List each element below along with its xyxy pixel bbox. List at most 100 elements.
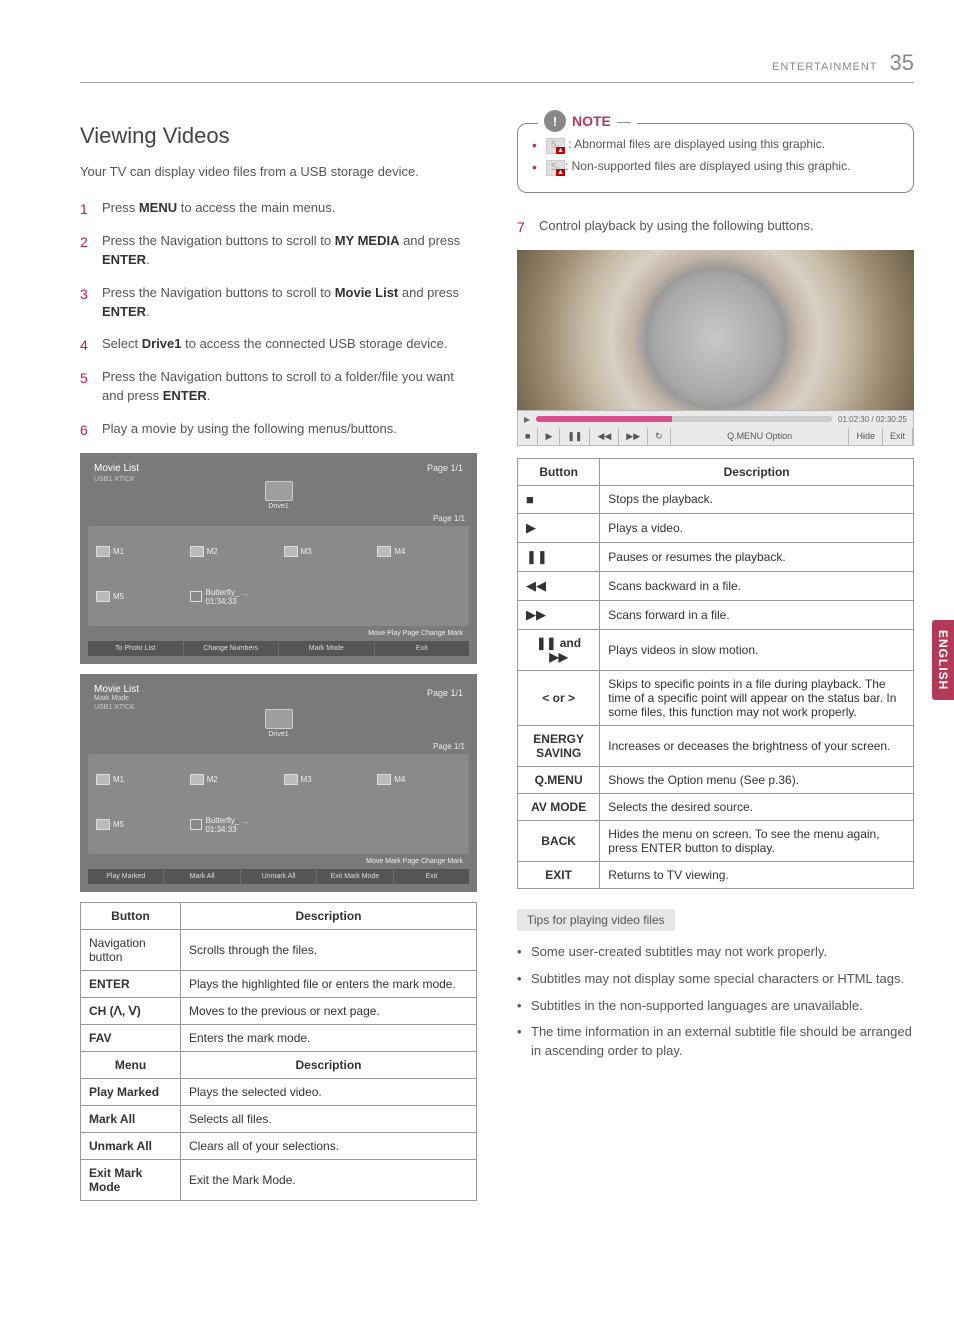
player-bar: ▶ 01:02:30 / 02:30:25 ■ ▶ ❚❚ ◀◀ ▶▶ ↻ Q.M… (517, 410, 914, 446)
movie-icon (190, 591, 203, 602)
panel1-hints: Move Play Page Change Mark (88, 626, 469, 641)
viewing-videos-heading: Viewing Videos (80, 123, 477, 149)
time-display: 01:02:30 / 02:30:25 (838, 415, 907, 424)
change-numbers-button[interactable]: Change Numbers (184, 641, 280, 656)
folder-icon (377, 546, 391, 557)
panel1-button-bar: To Photo List Change Numbers Mark Mode E… (88, 641, 469, 656)
table-row: ◀◀Scans backward in a file. (518, 571, 914, 600)
list-item[interactable]: M4 (377, 534, 461, 570)
folder-icon (265, 709, 293, 729)
mark-all-button[interactable]: Mark All (164, 869, 240, 884)
folder-icon (190, 546, 204, 557)
list-item[interactable]: M2 (190, 762, 274, 798)
unsupported-file-icon: 5₁▲ (546, 160, 565, 176)
panel1-drive: Drive1 (88, 503, 469, 510)
list-item[interactable]: Butterfly_ ... 01:34:33 (190, 803, 274, 846)
repeat-button[interactable]: ↻ (648, 428, 671, 445)
red-x-icon: ▲ (556, 169, 565, 176)
table-row: < or >Skips to specific points in a file… (518, 670, 914, 725)
intro-text: Your TV can display video files from a U… (80, 163, 477, 181)
th-button: Button (518, 458, 600, 485)
steps-list: 1Press MENU to access the main menus. 2P… (80, 199, 477, 439)
th-button: Button (81, 902, 181, 929)
list-item[interactable]: M2 (190, 534, 274, 570)
panel1-page-top: Page 1/1 (427, 463, 463, 473)
list-item[interactable]: M3 (284, 762, 368, 798)
stop-button[interactable]: ■ (518, 428, 538, 445)
panel2-hints: Move Mark Page Change Mark (88, 854, 469, 869)
stop-icon: ■ (518, 485, 600, 513)
table-row: Q.MENUShows the Option menu (See p.36). (518, 766, 914, 793)
table-row: ▶Plays a video. (518, 513, 914, 542)
step-1: 1Press MENU to access the main menus. (80, 199, 477, 218)
folder-icon (96, 591, 110, 602)
exit-button[interactable]: Exit (375, 641, 470, 656)
video-thumbnail (517, 250, 914, 410)
table-row: BACKHides the menu on screen. To see the… (518, 820, 914, 861)
steps-list-right: 7Control playback by using the following… (517, 217, 914, 236)
list-item[interactable]: M5 (96, 803, 180, 846)
list-item[interactable]: M3 (284, 534, 368, 570)
rewind-button[interactable]: ◀◀ (590, 428, 619, 445)
movie-list-panel-normal: Movie List Page 1/1 USB1 XTICK Drive1 Pa… (80, 453, 477, 664)
th-desc: Description (600, 458, 914, 485)
list-item[interactable]: M5 (96, 575, 180, 618)
list-item[interactable]: Butterfly_ ... 01:34:33 (190, 575, 274, 618)
play-state-icon: ▶ (524, 415, 530, 424)
player-controls: ■ ▶ ❚❚ ◀◀ ▶▶ ↻ Q.MENU Option Hide Exit (518, 428, 913, 445)
step-4: 4Select Drive1 to access the connected U… (80, 335, 477, 354)
table-row: Navigation buttonScrolls through the fil… (81, 929, 477, 970)
abnormal-file-icon: 5₁▲ (546, 138, 565, 154)
hide-button[interactable]: Hide (849, 428, 883, 445)
pause-icon: ❚❚ (518, 542, 600, 571)
pause-button[interactable]: ❚❚ (560, 428, 590, 445)
progress-track[interactable] (536, 416, 832, 422)
exit-button[interactable]: Exit (394, 869, 469, 884)
panel2-title: Movie List (94, 684, 139, 695)
panel2-page-items: Page 1/1 (88, 742, 469, 754)
panel2-sub: Mark Mode (94, 695, 139, 702)
table-row: ❚❚Pauses or resumes the playback. (518, 542, 914, 571)
to-photo-list-button[interactable]: To Photo List (88, 641, 184, 656)
step-3: 3Press the Navigation buttons to scroll … (80, 284, 477, 322)
qmenu-option-button[interactable]: Q.MENU Option (671, 428, 850, 445)
folder-icon (284, 546, 298, 557)
play-marked-button[interactable]: Play Marked (88, 869, 164, 884)
mark-mode-button[interactable]: Mark Mode (279, 641, 375, 656)
list-item[interactable]: M4 (377, 762, 461, 798)
left-column: Viewing Videos Your TV can display video… (80, 123, 477, 1201)
folder-icon (284, 774, 298, 785)
panel1-grid: M1 M2 M3 M4 M5 Butterfly_ ... 01:34:33 (88, 526, 469, 626)
unmark-all-button[interactable]: Unmark All (241, 869, 317, 884)
table-row: EXITReturns to TV viewing. (518, 861, 914, 888)
th-desc: Description (181, 902, 477, 929)
rewind-icon: ◀◀ (518, 571, 600, 600)
table-row: Exit Mark ModeExit the Mark Mode. (81, 1159, 477, 1200)
note-item: 5₁▲ : Abnormal files are displayed using… (532, 136, 899, 154)
movie-icon (190, 819, 203, 830)
folder-icon (96, 774, 110, 785)
list-item[interactable]: M1 (96, 762, 180, 798)
exit-button[interactable]: Exit (883, 428, 913, 445)
th-desc2: Description (181, 1051, 477, 1078)
step-6: 6Play a movie by using the following men… (80, 420, 477, 439)
play-button[interactable]: ▶ (538, 428, 560, 445)
playback-button-table: ButtonDescription ■Stops the playback. ▶… (517, 458, 914, 889)
table-row: AV MODESelects the desired source. (518, 793, 914, 820)
tip-item: The time information in an external subt… (517, 1023, 914, 1061)
header-section: ENTERTAINMENT (772, 61, 878, 73)
exit-mark-mode-button[interactable]: Exit Mark Mode (317, 869, 393, 884)
note-item: 5₁▲: Non-supported files are displayed u… (532, 158, 899, 176)
tips-list: Some user-created subtitles may not work… (517, 943, 914, 1061)
tip-item: Subtitles may not display some special c… (517, 970, 914, 989)
panel2-button-bar: Play Marked Mark All Unmark All Exit Mar… (88, 869, 469, 884)
panel2-grid: M1 M2 M3 M4 M5 Butterfly_ ... 01:34:33 (88, 754, 469, 854)
panel1-title: Movie List (94, 463, 139, 474)
table-row: Play MarkedPlays the selected video. (81, 1078, 477, 1105)
play-icon: ▶ (518, 513, 600, 542)
page-header: ENTERTAINMENT 35 (80, 50, 914, 83)
table-row: ■Stops the playback. (518, 485, 914, 513)
list-item[interactable]: M1 (96, 534, 180, 570)
fast-forward-button[interactable]: ▶▶ (619, 428, 648, 445)
panel2-drive: Drive1 (88, 731, 469, 738)
